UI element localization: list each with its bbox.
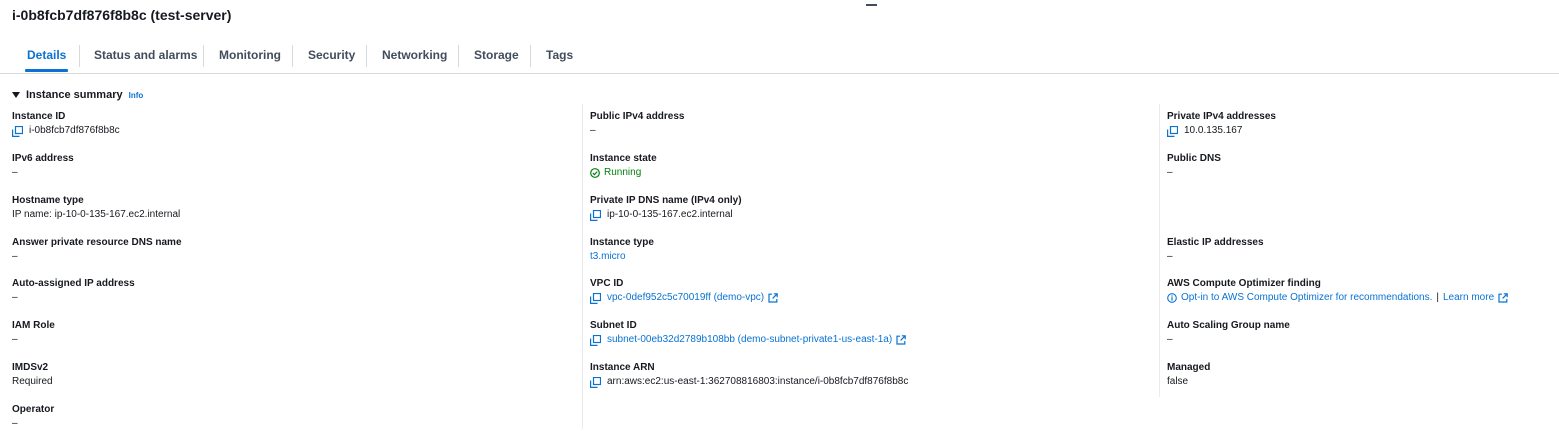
compute-optimizer-optin-link[interactable]: Opt-in to AWS Compute Optimizer for reco…	[1181, 291, 1432, 305]
learn-more-link[interactable]: Learn more	[1443, 291, 1494, 305]
field-value: false	[1167, 376, 1189, 387]
field-answer-private-dns: Answer private resource DNS name –	[12, 236, 182, 264]
tab-bar: Details Status and alarms Monitoring Sec…	[0, 43, 1559, 74]
field-value: 10.0.135.167	[1184, 125, 1243, 136]
column-divider	[1159, 104, 1160, 397]
status-running: Running	[604, 167, 642, 178]
status-ok-icon	[590, 168, 600, 178]
tab-divider	[458, 45, 459, 67]
field-instance-state: Instance state Running	[590, 152, 657, 180]
field-value: Required	[12, 376, 53, 387]
field-iam-role: IAM Role –	[12, 319, 55, 347]
field-private-ipv4-addresses: Private IPv4 addresses 10.0.135.167	[1167, 110, 1276, 138]
field-label: AWS Compute Optimizer finding	[1167, 278, 1321, 289]
section-title: Instance summary	[26, 89, 123, 101]
caret-down-icon	[12, 92, 20, 98]
field-value: –	[1167, 334, 1173, 345]
field-label: Instance type	[590, 237, 654, 248]
copy-icon[interactable]	[12, 125, 23, 137]
tab-divider	[79, 45, 80, 67]
field-instance-arn: Instance ARN arn:aws:ec2:us-east-1:36270…	[590, 361, 908, 389]
tab-divider	[366, 45, 367, 67]
field-label: Public DNS	[1167, 153, 1221, 164]
field-vpc-id: VPC ID vpc-0def952c5c70019ff (demo-vpc)	[590, 277, 778, 305]
instance-summary-toggle[interactable]: Instance summary Info	[12, 89, 143, 101]
field-value: –	[12, 292, 18, 303]
drag-handle[interactable]	[866, 4, 877, 6]
subnet-id-link[interactable]: subnet-00eb32d2789b108bb (demo-subnet-pr…	[607, 333, 892, 347]
page-title: i-0b8fcb7df876f8b8c (test-server)	[12, 7, 232, 23]
field-hostname-type: Hostname type IP name: ip-10-0-135-167.e…	[12, 194, 180, 222]
external-link-icon[interactable]	[1498, 293, 1508, 303]
field-label: Managed	[1167, 362, 1211, 373]
field-value: –	[12, 334, 18, 345]
column-divider	[582, 104, 583, 429]
field-label: Private IP DNS name (IPv4 only)	[590, 195, 742, 206]
field-label: Operator	[12, 404, 55, 415]
field-label: Subnet ID	[590, 320, 637, 331]
field-value: –	[12, 251, 18, 262]
field-instance-type: Instance type t3.micro	[590, 236, 654, 264]
field-value: ip-10-0-135-167.ec2.internal	[607, 209, 733, 220]
field-operator: Operator –	[12, 403, 54, 431]
copy-icon[interactable]	[1167, 125, 1178, 137]
field-value: arn:aws:ec2:us-east-1:362708816803:insta…	[607, 376, 909, 387]
copy-icon[interactable]	[590, 209, 601, 221]
field-label: VPC ID	[590, 278, 624, 289]
field-label: Auto-assigned IP address	[12, 278, 135, 289]
external-link-icon[interactable]	[896, 335, 907, 345]
field-imdsv2: IMDSv2 Required	[12, 361, 53, 389]
field-value: –	[1167, 251, 1173, 262]
field-label: Instance ARN	[590, 362, 655, 373]
field-elastic-ip: Elastic IP addresses –	[1167, 236, 1264, 264]
field-public-dns: Public DNS –	[1167, 152, 1221, 180]
tab-divider	[292, 45, 293, 67]
tab-networking[interactable]: Networking	[382, 43, 447, 71]
field-value: –	[590, 125, 596, 136]
field-managed: Managed false	[1167, 361, 1210, 389]
tab-monitoring[interactable]: Monitoring	[219, 43, 281, 71]
link-separator: |	[1436, 292, 1439, 303]
field-auto-scaling-group: Auto Scaling Group name –	[1167, 319, 1290, 347]
info-link[interactable]: Info	[129, 91, 144, 100]
tab-security[interactable]: Security	[308, 43, 355, 71]
field-value: –	[1167, 167, 1173, 178]
field-label: Auto Scaling Group name	[1167, 320, 1290, 331]
tab-storage[interactable]: Storage	[474, 43, 519, 71]
field-label: IAM Role	[12, 320, 55, 331]
field-instance-id: Instance ID i-0b8fcb7df876f8b8c	[12, 110, 120, 138]
field-label: IMDSv2	[12, 362, 49, 373]
tab-divider	[530, 45, 531, 67]
field-label: Private IPv4 addresses	[1167, 111, 1276, 122]
field-auto-assigned-ip: Auto-assigned IP address –	[12, 277, 135, 305]
copy-icon[interactable]	[590, 376, 601, 388]
field-value: –	[12, 167, 18, 178]
copy-icon[interactable]	[590, 292, 601, 304]
field-public-ipv4: Public IPv4 address –	[590, 110, 685, 138]
field-value: i-0b8fcb7df876f8b8c	[29, 125, 120, 136]
copy-icon[interactable]	[590, 334, 601, 346]
field-compute-optimizer: AWS Compute Optimizer finding Opt-in to …	[1167, 277, 1508, 305]
field-label: Elastic IP addresses	[1167, 237, 1264, 248]
tab-details[interactable]: Details	[24, 43, 69, 72]
field-label: Hostname type	[12, 195, 84, 206]
vpc-id-link[interactable]: vpc-0def952c5c70019ff (demo-vpc)	[607, 291, 764, 305]
tab-status-and-alarms[interactable]: Status and alarms	[94, 43, 197, 71]
instance-type-link[interactable]: t3.micro	[590, 250, 654, 264]
field-label: Public IPv4 address	[590, 111, 685, 122]
field-label: Answer private resource DNS name	[12, 237, 182, 248]
field-label: Instance ID	[12, 111, 66, 122]
tab-divider	[203, 45, 204, 67]
field-private-ip-dns: Private IP DNS name (IPv4 only) ip-10-0-…	[590, 194, 742, 222]
field-label: IPv6 address	[12, 153, 74, 164]
field-ipv6-address: IPv6 address –	[12, 152, 74, 180]
field-subnet-id: Subnet ID subnet-00eb32d2789b108bb (demo…	[590, 319, 907, 347]
tab-tags[interactable]: Tags	[546, 43, 573, 71]
field-value: IP name: ip-10-0-135-167.ec2.internal	[12, 209, 181, 220]
info-icon	[1167, 293, 1177, 303]
external-link-icon[interactable]	[768, 293, 778, 303]
field-label: Instance state	[590, 153, 657, 164]
